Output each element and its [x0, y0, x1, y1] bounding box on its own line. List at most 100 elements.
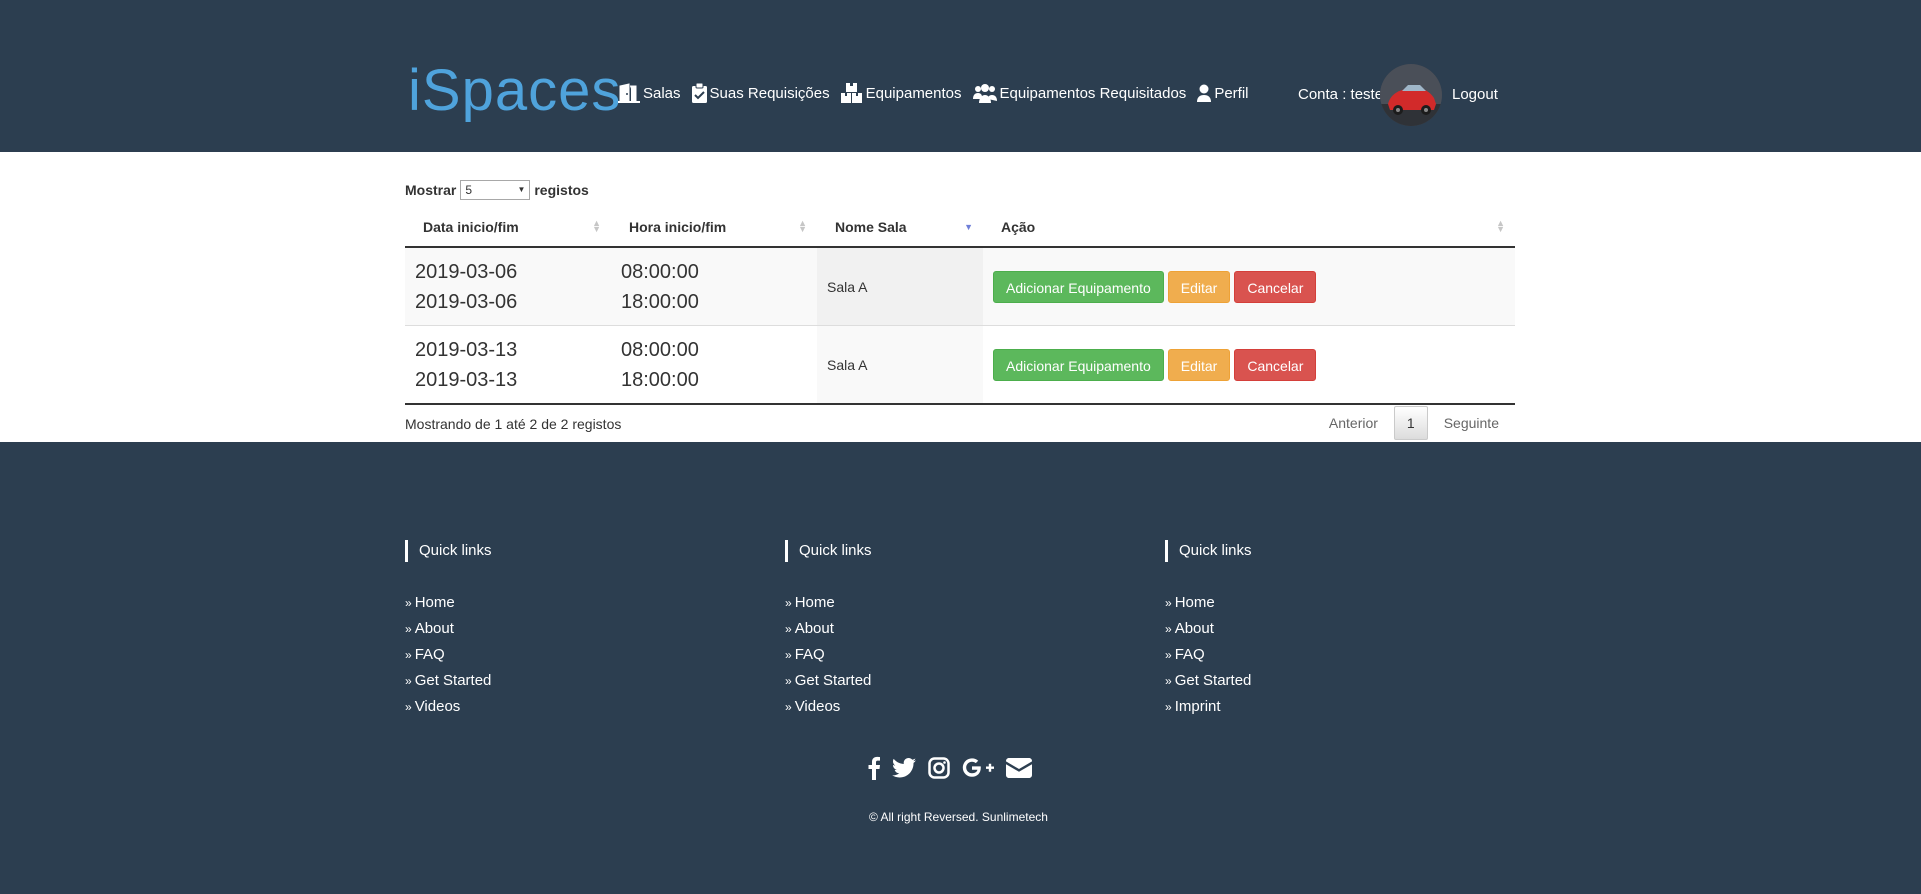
double-chevron-icon: » — [405, 674, 412, 688]
footer-column-title: Quick links — [785, 540, 872, 562]
table-info: Mostrando de 1 até 2 de 2 registos — [405, 416, 622, 432]
twitter-icon[interactable] — [892, 758, 916, 778]
time-cell: 08:00:00 18:00:00 — [611, 247, 817, 326]
avatar[interactable] — [1380, 64, 1442, 126]
user-icon — [1197, 84, 1212, 102]
footer-link-label: Get Started — [794, 672, 872, 689]
footer-column-title: Quick links — [1165, 540, 1252, 562]
footer-link-home[interactable]: » Home — [405, 590, 492, 616]
footer-link-label: Imprint — [1174, 698, 1221, 715]
table-row: 2019-03-06 2019-03-06 08:00:00 18:00:00 Sa… — [405, 247, 1515, 326]
double-chevron-icon: » — [1165, 674, 1172, 688]
page-length-select[interactable]: 5 — [460, 180, 531, 200]
time-start: 08:00:00 — [621, 338, 699, 361]
action-cell: Adicionar Equipamento Editar Cancelar — [983, 326, 1515, 405]
time-end: 18:00:00 — [621, 290, 699, 313]
social-links — [868, 756, 1044, 780]
footer-link-videos[interactable]: » Videos — [785, 694, 872, 720]
column-header-date[interactable]: Data inicio/fim ▲ ▼ — [405, 208, 611, 248]
add-equipment-button[interactable]: Adicionar Equipamento — [993, 270, 1164, 303]
facebook-icon[interactable] — [868, 756, 880, 780]
nav-item-equipamentos[interactable]: Equipamentos — [840, 83, 962, 103]
sort-icon: ▲ ▼ — [1496, 218, 1505, 234]
date-end: 2019-03-06 — [415, 290, 518, 313]
envelope-icon[interactable] — [1006, 758, 1032, 778]
length-suffix: registos — [534, 182, 589, 198]
nav-label-equipamentos: Equipamentos — [865, 84, 962, 102]
footer-link-label: Home — [794, 594, 835, 611]
google-plus-icon[interactable] — [962, 758, 994, 778]
date-start: 2019-03-06 — [415, 260, 518, 283]
footer-link-label: FAQ — [1174, 646, 1205, 663]
double-chevron-icon: » — [785, 622, 792, 636]
sort-desc-icon: ▼ — [964, 222, 973, 232]
main-nav: Salas Suas Requisições Equipamentos Equi… — [618, 83, 1260, 103]
footer-link-label: Home — [414, 594, 455, 611]
footer-link-about[interactable]: » About — [405, 616, 492, 642]
nav-item-salas[interactable]: Salas — [618, 83, 681, 103]
table-bottom-border — [405, 404, 1515, 406]
time-start: 08:00:00 — [621, 260, 699, 283]
previous-page-button[interactable]: Anterior — [1313, 407, 1394, 439]
double-chevron-icon: » — [1165, 648, 1172, 662]
footer-link-faq[interactable]: » FAQ — [405, 642, 492, 668]
double-chevron-icon: » — [785, 700, 792, 714]
column-header-room[interactable]: Nome Sala ▼ — [817, 208, 983, 248]
footer-link-label: About — [414, 620, 454, 637]
footer-link-get-started[interactable]: » Get Started — [1165, 668, 1252, 694]
footer-link-about[interactable]: » About — [1165, 616, 1252, 642]
footer-link-label: About — [1174, 620, 1214, 637]
footer-link-home[interactable]: » Home — [785, 590, 872, 616]
cancel-button[interactable]: Cancelar — [1234, 348, 1317, 381]
clipboard-check-icon — [691, 83, 707, 103]
column-label-date: Data inicio/fim — [423, 219, 519, 235]
footer-link-label: Videos — [794, 698, 841, 715]
footer-link-faq[interactable]: » FAQ — [1165, 642, 1252, 668]
double-chevron-icon: » — [405, 622, 412, 636]
brand-logo[interactable]: iSpaces — [408, 56, 621, 126]
page-length-control: Mostrar 5 registos — [405, 180, 1515, 200]
copyright-text: © All right Reversed. Sunlimetech — [869, 810, 1048, 824]
nav-item-perfil[interactable]: Perfil — [1197, 84, 1249, 102]
footer-link-label: Get Started — [414, 672, 492, 689]
column-label-action: Ação — [1001, 219, 1036, 235]
footer-link-label: About — [794, 620, 834, 637]
double-chevron-icon: » — [1165, 700, 1172, 714]
footer-column: Quick links » Home » About » FAQ » Get Start… — [405, 540, 492, 720]
car-avatar-image — [1380, 64, 1442, 126]
footer-link-get-started[interactable]: » Get Started — [785, 668, 872, 694]
footer-link-home[interactable]: » Home — [1165, 590, 1252, 616]
footer-link-faq[interactable]: » FAQ — [785, 642, 872, 668]
page-1-button[interactable]: 1 — [1393, 406, 1428, 440]
add-equipment-button[interactable]: Adicionar Equipamento — [993, 348, 1164, 381]
nav-label-salas: Salas — [643, 84, 681, 102]
edit-button[interactable]: Editar — [1167, 348, 1231, 381]
users-icon — [972, 84, 997, 103]
pagination: Anterior 1 Seguinte — [1313, 406, 1515, 440]
room-cell: Sala A — [817, 325, 983, 404]
time-end: 18:00:00 — [621, 368, 699, 391]
nav-item-suas-requisicoes[interactable]: Suas Requisições — [691, 83, 830, 103]
account-label: Conta : teste — [1298, 86, 1384, 103]
nav-label-suas-requisicoes: Suas Requisições — [709, 84, 830, 102]
footer-link-label: FAQ — [414, 646, 445, 663]
cancel-button[interactable]: Cancelar — [1234, 270, 1317, 303]
double-chevron-icon: » — [405, 596, 412, 610]
instagram-icon[interactable] — [928, 757, 950, 779]
footer-link-about[interactable]: » About — [785, 616, 872, 642]
date-cell: 2019-03-06 2019-03-06 — [405, 247, 611, 326]
footer-link-imprint[interactable]: » Imprint — [1165, 694, 1252, 720]
nav-item-equipamentos-requisitados[interactable]: Equipamentos Requisitados — [972, 83, 1186, 103]
table-row: 2019-03-13 2019-03-13 08:00:00 18:00:00 Sa… — [405, 325, 1515, 405]
column-header-time[interactable]: Hora inicio/fim ▲ ▼ — [611, 208, 817, 248]
footer-link-videos[interactable]: » Videos — [405, 694, 492, 720]
sort-icon: ▲ ▼ — [798, 218, 807, 234]
double-chevron-icon: » — [785, 596, 792, 610]
column-header-action[interactable]: Ação ▲ ▼ — [983, 208, 1515, 248]
footer-link-get-started[interactable]: » Get Started — [405, 668, 492, 694]
footer-link-label: Videos — [414, 698, 461, 715]
logout-link[interactable]: Logout — [1452, 86, 1498, 103]
next-page-button[interactable]: Seguinte — [1428, 407, 1515, 439]
top-navbar: iSpaces Salas Suas Requisições Equipamen… — [0, 0, 1921, 152]
edit-button[interactable]: Editar — [1167, 270, 1231, 303]
